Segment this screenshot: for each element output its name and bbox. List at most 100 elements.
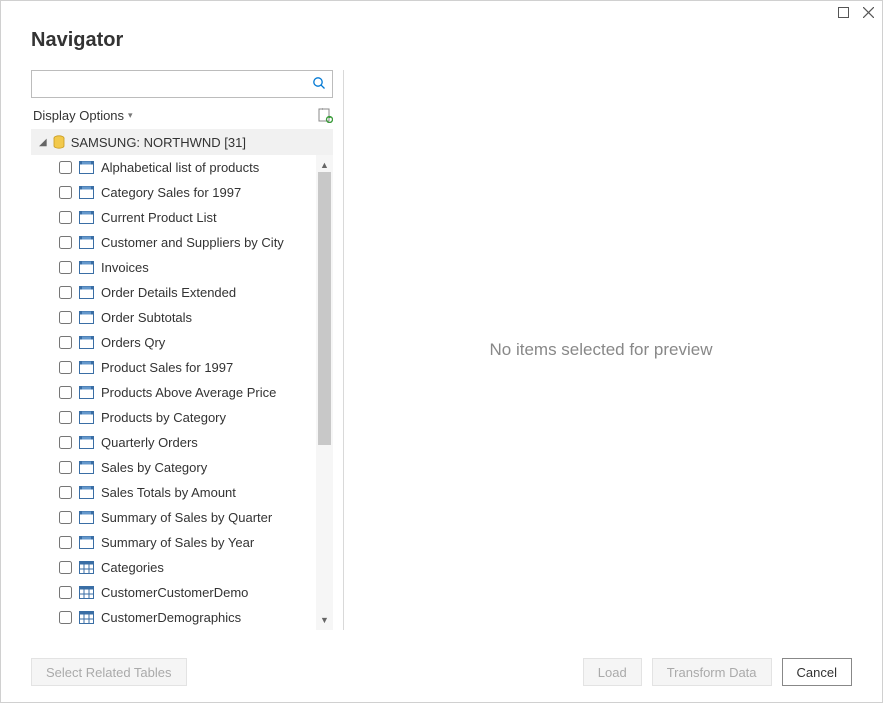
tree-item[interactable]: Product Sales for 1997 (31, 355, 333, 380)
load-button[interactable]: Load (583, 658, 642, 686)
view-icon (79, 411, 94, 424)
tree-item-label: Invoices (101, 260, 149, 275)
view-icon (79, 336, 94, 349)
tree-item-label: Categories (101, 560, 164, 575)
transform-data-button[interactable]: Transform Data (652, 658, 772, 686)
database-icon (53, 135, 65, 149)
view-icon (79, 261, 94, 274)
tree-item[interactable]: Current Product List (31, 205, 333, 230)
panel-divider (343, 70, 344, 630)
tree-item-checkbox[interactable] (59, 261, 72, 274)
tree-item-checkbox[interactable] (59, 461, 72, 474)
tree-item-checkbox[interactable] (59, 561, 72, 574)
database-node[interactable]: ◢ SAMSUNG: NORTHWND [31] (31, 129, 333, 155)
tree-item[interactable]: Summary of Sales by Year (31, 530, 333, 555)
view-icon (79, 361, 94, 374)
tree-item-label: Summary of Sales by Quarter (101, 510, 272, 525)
tree-item[interactable]: Sales Totals by Amount (31, 480, 333, 505)
tree-item[interactable]: Order Details Extended (31, 280, 333, 305)
tree-item-label: Alphabetical list of products (101, 160, 259, 175)
tree-item[interactable]: Quarterly Orders (31, 430, 333, 455)
table-icon (79, 586, 94, 599)
tree-item[interactable]: CustomerCustomerDemo (31, 580, 333, 605)
tree-item-checkbox[interactable] (59, 611, 72, 624)
preview-empty-message: No items selected for preview (490, 340, 713, 360)
table-icon (79, 611, 94, 624)
view-icon (79, 211, 94, 224)
tree-item-checkbox[interactable] (59, 161, 72, 174)
tree-item-label: Customer and Suppliers by City (101, 235, 284, 250)
cancel-button[interactable]: Cancel (782, 658, 852, 686)
dialog-header: Navigator (1, 23, 882, 70)
collapse-icon[interactable]: ◢ (39, 137, 47, 148)
tree-item-label: Current Product List (101, 210, 217, 225)
window-titlebar (1, 1, 882, 23)
tree-item-checkbox[interactable] (59, 211, 72, 224)
maximize-icon[interactable] (838, 7, 849, 18)
tree-scrollbar[interactable]: ▲ ▼ (316, 155, 333, 630)
tree-item-checkbox[interactable] (59, 586, 72, 599)
search-input[interactable] (38, 75, 312, 94)
tree-item-label: Order Subtotals (101, 310, 192, 325)
tree-item-label: CustomerCustomerDemo (101, 585, 248, 600)
tree-item[interactable]: CustomerDemographics (31, 605, 333, 630)
scrollbar-thumb[interactable] (318, 172, 331, 445)
tree-item-label: Product Sales for 1997 (101, 360, 233, 375)
tree-item-label: Products Above Average Price (101, 385, 276, 400)
display-options-label: Display Options (33, 108, 124, 123)
object-tree: ◢ SAMSUNG: NORTHWND [31] Alphabetical li… (31, 129, 333, 630)
refresh-icon[interactable] (318, 108, 333, 123)
tree-item-label: Order Details Extended (101, 285, 236, 300)
view-icon (79, 161, 94, 174)
view-icon (79, 386, 94, 399)
tree-item-checkbox[interactable] (59, 411, 72, 424)
scroll-up-icon[interactable]: ▲ (320, 158, 329, 172)
tree-item-checkbox[interactable] (59, 186, 72, 199)
tree-item-label: Sales by Category (101, 460, 207, 475)
view-icon (79, 511, 94, 524)
display-options-dropdown[interactable]: Display Options ▾ (33, 108, 133, 123)
tree-item[interactable]: Sales by Category (31, 455, 333, 480)
tree-item-checkbox[interactable] (59, 286, 72, 299)
tree-item-label: CustomerDemographics (101, 610, 241, 625)
navigator-panel: Display Options ▾ ◢ SAMSUNG: NORTHWND [3… (31, 70, 341, 630)
tree-item-checkbox[interactable] (59, 536, 72, 549)
tree-item[interactable]: Orders Qry (31, 330, 333, 355)
view-icon (79, 486, 94, 499)
tree-item-checkbox[interactable] (59, 486, 72, 499)
view-icon (79, 436, 94, 449)
tree-item[interactable]: Categories (31, 555, 333, 580)
tree-item[interactable]: Products by Category (31, 405, 333, 430)
tree-item[interactable]: Invoices (31, 255, 333, 280)
search-icon[interactable] (312, 76, 326, 93)
close-icon[interactable] (863, 7, 874, 18)
table-icon (79, 561, 94, 574)
tree-item-label: Sales Totals by Amount (101, 485, 236, 500)
tree-item-checkbox[interactable] (59, 336, 72, 349)
database-label: SAMSUNG: NORTHWND [31] (71, 135, 246, 150)
tree-item-label: Quarterly Orders (101, 435, 198, 450)
tree-item-checkbox[interactable] (59, 511, 72, 524)
dialog-footer: Select Related Tables Load Transform Dat… (31, 658, 852, 686)
tree-item[interactable]: Summary of Sales by Quarter (31, 505, 333, 530)
tree-item[interactable]: Alphabetical list of products (31, 155, 333, 180)
tree-item[interactable]: Order Subtotals (31, 305, 333, 330)
tree-item[interactable]: Customer and Suppliers by City (31, 230, 333, 255)
select-related-tables-button[interactable]: Select Related Tables (31, 658, 187, 686)
tree-item-label: Orders Qry (101, 335, 165, 350)
view-icon (79, 461, 94, 474)
search-box[interactable] (31, 70, 333, 98)
chevron-down-icon: ▾ (128, 110, 133, 121)
tree-item-checkbox[interactable] (59, 386, 72, 399)
tree-item[interactable]: Category Sales for 1997 (31, 180, 333, 205)
tree-item-label: Products by Category (101, 410, 226, 425)
tree-item-label: Category Sales for 1997 (101, 185, 241, 200)
tree-item-checkbox[interactable] (59, 236, 72, 249)
tree-item-checkbox[interactable] (59, 436, 72, 449)
view-icon (79, 536, 94, 549)
tree-item[interactable]: Products Above Average Price (31, 380, 333, 405)
preview-panel: No items selected for preview (350, 70, 852, 630)
tree-item-checkbox[interactable] (59, 311, 72, 324)
scroll-down-icon[interactable]: ▼ (320, 613, 329, 627)
tree-item-checkbox[interactable] (59, 361, 72, 374)
